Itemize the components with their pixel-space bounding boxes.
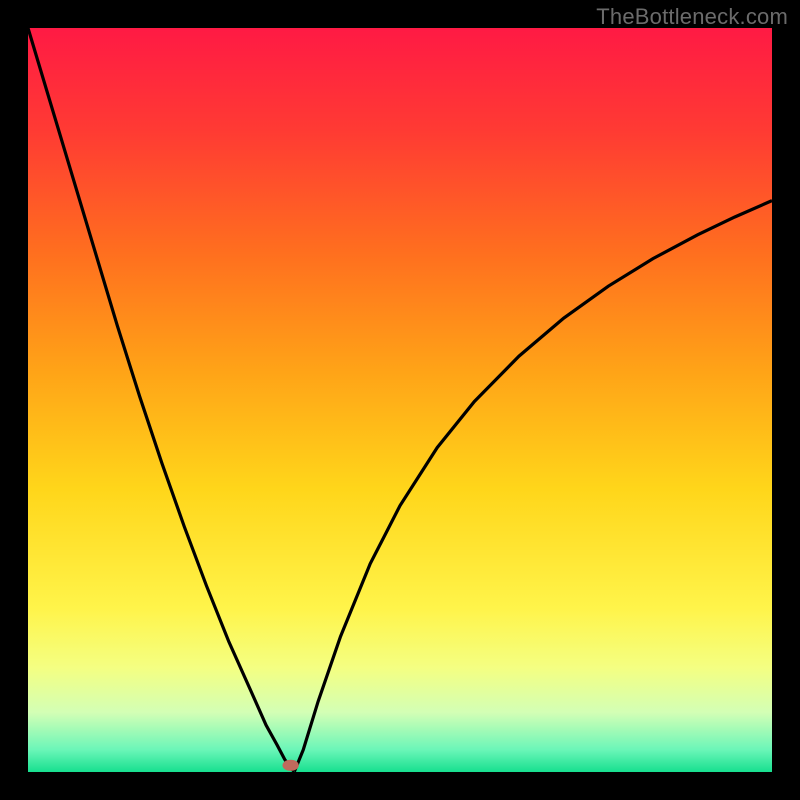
watermark-text: TheBottleneck.com bbox=[596, 4, 788, 30]
chart-plot bbox=[28, 28, 772, 772]
chart-frame: TheBottleneck.com bbox=[0, 0, 800, 800]
minimum-marker bbox=[282, 760, 298, 771]
